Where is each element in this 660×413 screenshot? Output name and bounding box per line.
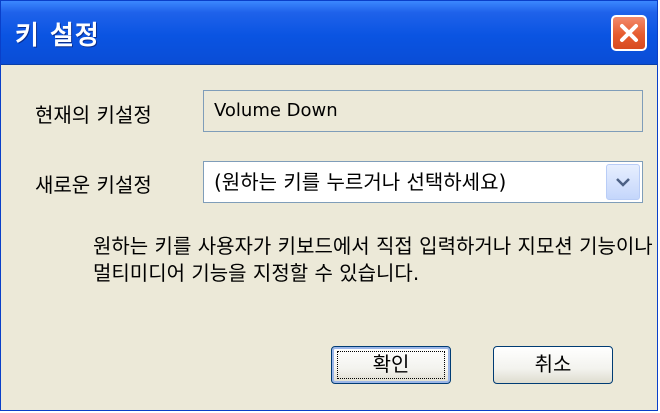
key-settings-dialog: 키 설정 현재의 키설정 Volume Down 새로운 키설정 (원하는 키를… <box>0 0 658 411</box>
dropdown-button[interactable] <box>606 164 640 200</box>
cancel-button[interactable]: 취소 <box>493 346 613 384</box>
current-key-field: Volume Down <box>203 90 643 132</box>
dialog-title: 키 설정 <box>15 21 100 51</box>
new-key-selected-value: (원하는 키를 누르거나 선택하세요) <box>214 170 507 194</box>
close-icon <box>620 24 638 42</box>
help-text: 원하는 키를 사용자가 키보드에서 직접 입력하거나 지모션 기능이나 멀티미디… <box>93 234 653 285</box>
focus-ring <box>337 351 445 379</box>
close-button[interactable] <box>611 15 647 51</box>
title-bar[interactable]: 키 설정 <box>1 1 657 65</box>
ok-button[interactable]: 확인 <box>331 346 451 384</box>
cancel-button-label: 취소 <box>534 352 572 376</box>
current-key-label: 현재의 키설정 <box>35 103 152 127</box>
new-key-label: 새로운 키설정 <box>35 173 152 197</box>
new-key-select[interactable]: (원하는 키를 누르거나 선택하세요) <box>203 161 643 203</box>
chevron-down-icon <box>616 178 630 187</box>
